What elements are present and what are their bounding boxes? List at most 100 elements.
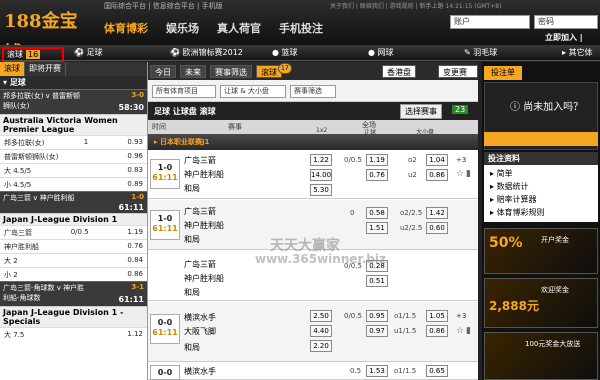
left-match[interactable]: 广岛三箭-角球数 v 神户胜 利船-角球数 3-1 61:11 bbox=[0, 281, 147, 306]
odd-2[interactable]: 4.40 bbox=[310, 325, 332, 337]
right-top-links[interactable]: 关于我们 | 联络我们 | 游戏规则 | 新手上路 14:21:15 (GMT+… bbox=[330, 1, 501, 10]
live-count-badge: 16 bbox=[26, 50, 41, 59]
handicap-line: 0/0.5 bbox=[344, 312, 362, 320]
chart-icon[interactable]: ▮ bbox=[466, 169, 471, 179]
league-bar[interactable]: ▸ 日本职业联赛J1 bbox=[148, 134, 478, 150]
sport-badminton[interactable]: ✎ 羽毛球 bbox=[464, 47, 497, 58]
market-select[interactable]: 让球 & 大小盘 bbox=[220, 85, 286, 98]
left-odd-row[interactable]: 神户胜利船 0.76 bbox=[0, 239, 147, 253]
left-odd-row[interactable]: 大 2 0.84 bbox=[0, 253, 147, 267]
over-odd[interactable]: 1.05 bbox=[426, 310, 448, 322]
tab-live[interactable]: 滚球 bbox=[0, 62, 25, 76]
odds-type-select[interactable]: 香港盘 bbox=[382, 65, 416, 78]
tab-filter[interactable]: 赛事筛选 bbox=[210, 65, 252, 78]
chart-icon[interactable]: ▮ bbox=[466, 326, 471, 336]
over-odd[interactable]: 1.04 bbox=[426, 154, 448, 166]
handicap-away-odd[interactable]: 0.76 bbox=[366, 169, 388, 181]
left-odd-row[interactable]: 小 4.5/5 0.89 bbox=[0, 177, 147, 191]
handicap-away-odd[interactable]: 0.51 bbox=[366, 275, 388, 287]
promo-banner[interactable]: 100元奖金大放送 bbox=[484, 332, 598, 380]
left-column: 滚球 即将开赛 ▾ 足球 邦多拉联(女) v 普雷斯顿 狮队(女) 3-0 58… bbox=[0, 62, 148, 380]
sport-euro[interactable]: ⚽ 欧洲锦标赛2012 bbox=[170, 47, 243, 58]
match-row: 1-0 61:11 广岛三箭 神户胜利船 和局 1.22 14.00 5.30 0… bbox=[148, 151, 478, 199]
handicap-home-odd[interactable]: 1.19 bbox=[366, 154, 388, 166]
star-icon[interactable]: ☆ bbox=[456, 169, 464, 179]
betslip-tab[interactable]: 投注单 bbox=[484, 66, 522, 80]
home-team: 广岛三箭 bbox=[184, 156, 216, 165]
join-buttons[interactable] bbox=[484, 132, 598, 146]
info-link[interactable]: ▸ 赔率计算器 bbox=[490, 194, 537, 205]
left-odd-row[interactable]: 广岛三箭 0/0.5 1.19 bbox=[0, 225, 147, 239]
sport-other[interactable]: ▸ 其它体 bbox=[562, 47, 593, 58]
join-link[interactable]: 立即加入 | bbox=[545, 32, 583, 43]
tab-upcoming[interactable]: 即将开赛 bbox=[25, 62, 66, 76]
over-odd[interactable]: 1.42 bbox=[426, 207, 448, 219]
under-odd[interactable]: 0.86 bbox=[426, 325, 448, 337]
left-header: ▾ 足球 bbox=[0, 76, 147, 89]
info-label: 体育博彩规则 bbox=[496, 208, 545, 217]
password-input[interactable]: 密码 bbox=[534, 15, 598, 29]
info-link[interactable]: ▸ 简单 bbox=[490, 168, 513, 179]
event-filter-select[interactable]: 赛事筛选 bbox=[290, 85, 336, 98]
odd-value: 0.84 bbox=[127, 256, 143, 264]
odd-x[interactable]: 2.20 bbox=[310, 340, 332, 352]
handicap-home-odd[interactable]: 0.58 bbox=[366, 207, 388, 219]
over-odd[interactable]: 0.65 bbox=[426, 365, 448, 377]
logo[interactable]: 188金宝博 bbox=[4, 6, 92, 64]
promo-banner[interactable]: 50% 开户奖金 bbox=[484, 228, 598, 274]
info-header: 投注资料 bbox=[484, 152, 598, 165]
draw-label: 和局 bbox=[184, 288, 200, 297]
left-odd-row[interactable]: 小 2 0.86 bbox=[0, 267, 147, 281]
nav-mobile[interactable]: 手机投注 bbox=[279, 20, 323, 36]
join-question[interactable]: ⓘ 尚未加入吗？ bbox=[510, 98, 583, 113]
handicap-home-odd[interactable]: 1.53 bbox=[366, 365, 388, 377]
row-score: 0-0 bbox=[157, 368, 173, 377]
star-icon[interactable]: ☆ bbox=[456, 326, 464, 336]
tab-today[interactable]: 今日 bbox=[150, 65, 176, 78]
left-match[interactable]: 广岛三箭 v 神户胜利船 1-0 61:11 bbox=[0, 191, 147, 213]
choose-event-button[interactable]: 选择赛事 bbox=[400, 104, 442, 119]
odd-1[interactable]: 2.50 bbox=[310, 310, 332, 322]
odd-value: 1.12 bbox=[127, 330, 143, 338]
top-links[interactable]: 国际综合平台 | 信息综合平台 | 手机版 bbox=[104, 1, 223, 11]
draw-label: 和局 bbox=[184, 343, 200, 352]
odd-2[interactable]: 14.00 bbox=[310, 169, 332, 181]
tab-future[interactable]: 未来 bbox=[180, 65, 206, 78]
left-match[interactable]: 邦多拉联(女) v 普雷斯顿 狮队(女) 3-0 58:30 bbox=[0, 89, 147, 114]
left-odd-row[interactable]: 邦多拉联(女) 1 0.93 bbox=[0, 135, 147, 149]
nav-sports[interactable]: 体育博彩 bbox=[104, 20, 148, 36]
sport-basketball[interactable]: ● 篮球 bbox=[272, 47, 298, 58]
account-input[interactable]: 账户 bbox=[450, 15, 530, 29]
more-bets[interactable]: +3 bbox=[456, 312, 466, 320]
handicap-away-odd[interactable]: 0.97 bbox=[366, 325, 388, 337]
sport-type-select[interactable]: 所有体育项目 bbox=[152, 85, 216, 98]
odd-x[interactable]: 5.30 bbox=[310, 184, 332, 196]
info-link[interactable]: ▸ 体育博彩规则 bbox=[490, 207, 545, 218]
sport-football[interactable]: ⚽ 足球 bbox=[74, 47, 103, 58]
odd-value: 0.93 bbox=[127, 138, 143, 146]
odd-value: 0.83 bbox=[127, 166, 143, 174]
match-title: 邦多拉联(女) v 普雷斯顿 bbox=[3, 92, 81, 100]
left-odd-row[interactable]: 大 4.5/5 0.83 bbox=[0, 163, 147, 177]
under-odd[interactable]: 0.60 bbox=[426, 222, 448, 234]
handicap-home-odd[interactable]: 0.95 bbox=[366, 310, 388, 322]
change-sort-button[interactable]: 变更赛序 bbox=[438, 65, 478, 90]
left-odd-row[interactable]: 大 7.5 1.12 bbox=[0, 327, 147, 341]
sport-tennis[interactable]: ● 网球 bbox=[368, 47, 394, 58]
promo-banner[interactable]: 2,888元 欢迎奖金 bbox=[484, 278, 598, 328]
league-name: Japan J-League Division 1 - Specials bbox=[0, 306, 147, 327]
live-tab[interactable]: 滚球 16 bbox=[2, 47, 64, 63]
sport-label: 其它体 bbox=[568, 48, 593, 57]
nav-live-dealer[interactable]: 真人荷官 bbox=[217, 20, 261, 36]
under-odd[interactable]: 0.86 bbox=[426, 169, 448, 181]
handicap-away-odd[interactable]: 1.51 bbox=[366, 222, 388, 234]
info-link[interactable]: ▸ 数据统计 bbox=[490, 181, 529, 192]
refresh-count[interactable]: 23 bbox=[452, 105, 469, 114]
odd-label: 大 4.5/5 bbox=[4, 167, 32, 175]
nav-casino[interactable]: 娱乐场 bbox=[166, 20, 199, 36]
left-odd-row[interactable]: 普雷斯顿狮队(女) 0.96 bbox=[0, 149, 147, 163]
more-bets[interactable]: +3 bbox=[456, 156, 466, 164]
odd-1[interactable]: 1.22 bbox=[310, 154, 332, 166]
sport-label: 篮球 bbox=[281, 48, 298, 57]
col-1x2: 1x2 bbox=[316, 127, 328, 134]
